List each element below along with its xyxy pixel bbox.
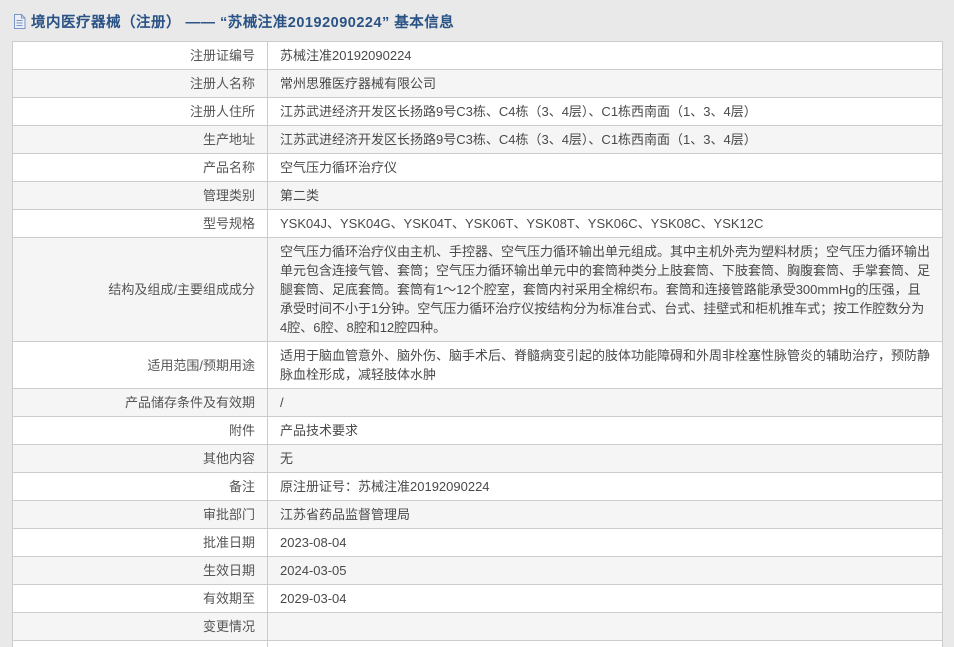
table-row: 变更情况 bbox=[13, 613, 943, 641]
row-value: 无 bbox=[268, 445, 943, 473]
row-value: 空气压力循环治疗仪由主机、手控器、空气压力循环输出单元组成。其中主机外壳为塑料材… bbox=[268, 238, 943, 342]
table-row: 管理类别第二类 bbox=[13, 182, 943, 210]
row-label: 注册证编号 bbox=[13, 42, 268, 70]
table-row: 附件产品技术要求 bbox=[13, 417, 943, 445]
row-label: 备注 bbox=[13, 473, 268, 501]
row-label: 注册人名称 bbox=[13, 70, 268, 98]
row-label: 注 bbox=[13, 641, 268, 647]
row-label: 有效期至 bbox=[13, 585, 268, 613]
table-row: 备注原注册证号：苏械注准20192090224 bbox=[13, 473, 943, 501]
row-label: 适用范围/预期用途 bbox=[13, 342, 268, 389]
row-value: 产品技术要求 bbox=[268, 417, 943, 445]
info-table: 注册证编号苏械注准20192090224注册人名称常州思雅医疗器械有限公司注册人… bbox=[12, 41, 943, 647]
row-label: 其他内容 bbox=[13, 445, 268, 473]
row-value: YSK04J、YSK04G、YSK04T、YSK06T、YSK08T、YSK06… bbox=[268, 210, 943, 238]
row-label: 附件 bbox=[13, 417, 268, 445]
row-value: 第二类 bbox=[268, 182, 943, 210]
page-title: 境内医疗器械（注册） —— “苏械注准20192090224” 基本信息 bbox=[31, 11, 454, 32]
row-label: 变更情况 bbox=[13, 613, 268, 641]
table-row: 生产地址江苏武进经济开发区长扬路9号C3栋、C4栋（3、4层）、C1栋西南面（1… bbox=[13, 126, 943, 154]
table-row: 生效日期2024-03-05 bbox=[13, 557, 943, 585]
row-value: 常州思雅医疗器械有限公司 bbox=[268, 70, 943, 98]
table-row: 产品名称空气压力循环治疗仪 bbox=[13, 154, 943, 182]
table-row: 产品储存条件及有效期/ bbox=[13, 389, 943, 417]
row-value: 江苏省药品监督管理局 bbox=[268, 501, 943, 529]
row-label: 生效日期 bbox=[13, 557, 268, 585]
row-label: 批准日期 bbox=[13, 529, 268, 557]
row-value: 江苏武进经济开发区长扬路9号C3栋、C4栋（3、4层）、C1栋西南面（1、3、4… bbox=[268, 126, 943, 154]
table-row: 适用范围/预期用途适用于脑血管意外、脑外伤、脑手术后、脊髓病变引起的肢体功能障碍… bbox=[13, 342, 943, 389]
table-row: 审批部门江苏省药品监督管理局 bbox=[13, 501, 943, 529]
row-value: 2029-03-04 bbox=[268, 585, 943, 613]
row-value bbox=[268, 613, 943, 641]
page-header: 境内医疗器械（注册） —— “苏械注准20192090224” 基本信息 bbox=[0, 0, 954, 41]
page: 境内医疗器械（注册） —— “苏械注准20192090224” 基本信息 注册证… bbox=[0, 0, 954, 647]
row-label: 注册人住所 bbox=[13, 98, 268, 126]
table-row: 注详情 bbox=[13, 641, 943, 647]
row-value: 江苏武进经济开发区长扬路9号C3栋、C4栋（3、4层）、C1栋西南面（1、3、4… bbox=[268, 98, 943, 126]
table-row: 注册证编号苏械注准20192090224 bbox=[13, 42, 943, 70]
row-label: 管理类别 bbox=[13, 182, 268, 210]
row-value: 空气压力循环治疗仪 bbox=[268, 154, 943, 182]
row-label: 审批部门 bbox=[13, 501, 268, 529]
row-label: 型号规格 bbox=[13, 210, 268, 238]
row-value: 苏械注准20192090224 bbox=[268, 42, 943, 70]
row-value: 原注册证号：苏械注准20192090224 bbox=[268, 473, 943, 501]
row-value: 详情 bbox=[268, 641, 943, 647]
row-label: 结构及组成/主要组成成分 bbox=[13, 238, 268, 342]
table-row: 结构及组成/主要组成成分空气压力循环治疗仪由主机、手控器、空气压力循环输出单元组… bbox=[13, 238, 943, 342]
table-row: 型号规格YSK04J、YSK04G、YSK04T、YSK06T、YSK08T、Y… bbox=[13, 210, 943, 238]
row-value: / bbox=[268, 389, 943, 417]
table-row: 批准日期2023-08-04 bbox=[13, 529, 943, 557]
row-value: 2023-08-04 bbox=[268, 529, 943, 557]
row-label: 产品名称 bbox=[13, 154, 268, 182]
row-label: 产品储存条件及有效期 bbox=[13, 389, 268, 417]
row-value: 适用于脑血管意外、脑外伤、脑手术后、脊髓病变引起的肢体功能障碍和外周非栓塞性脉管… bbox=[268, 342, 943, 389]
table-row: 其他内容无 bbox=[13, 445, 943, 473]
table-row: 注册人名称常州思雅医疗器械有限公司 bbox=[13, 70, 943, 98]
document-icon bbox=[13, 14, 26, 29]
row-label: 生产地址 bbox=[13, 126, 268, 154]
row-value: 2024-03-05 bbox=[268, 557, 943, 585]
table-row: 有效期至2029-03-04 bbox=[13, 585, 943, 613]
table-row: 注册人住所江苏武进经济开发区长扬路9号C3栋、C4栋（3、4层）、C1栋西南面（… bbox=[13, 98, 943, 126]
